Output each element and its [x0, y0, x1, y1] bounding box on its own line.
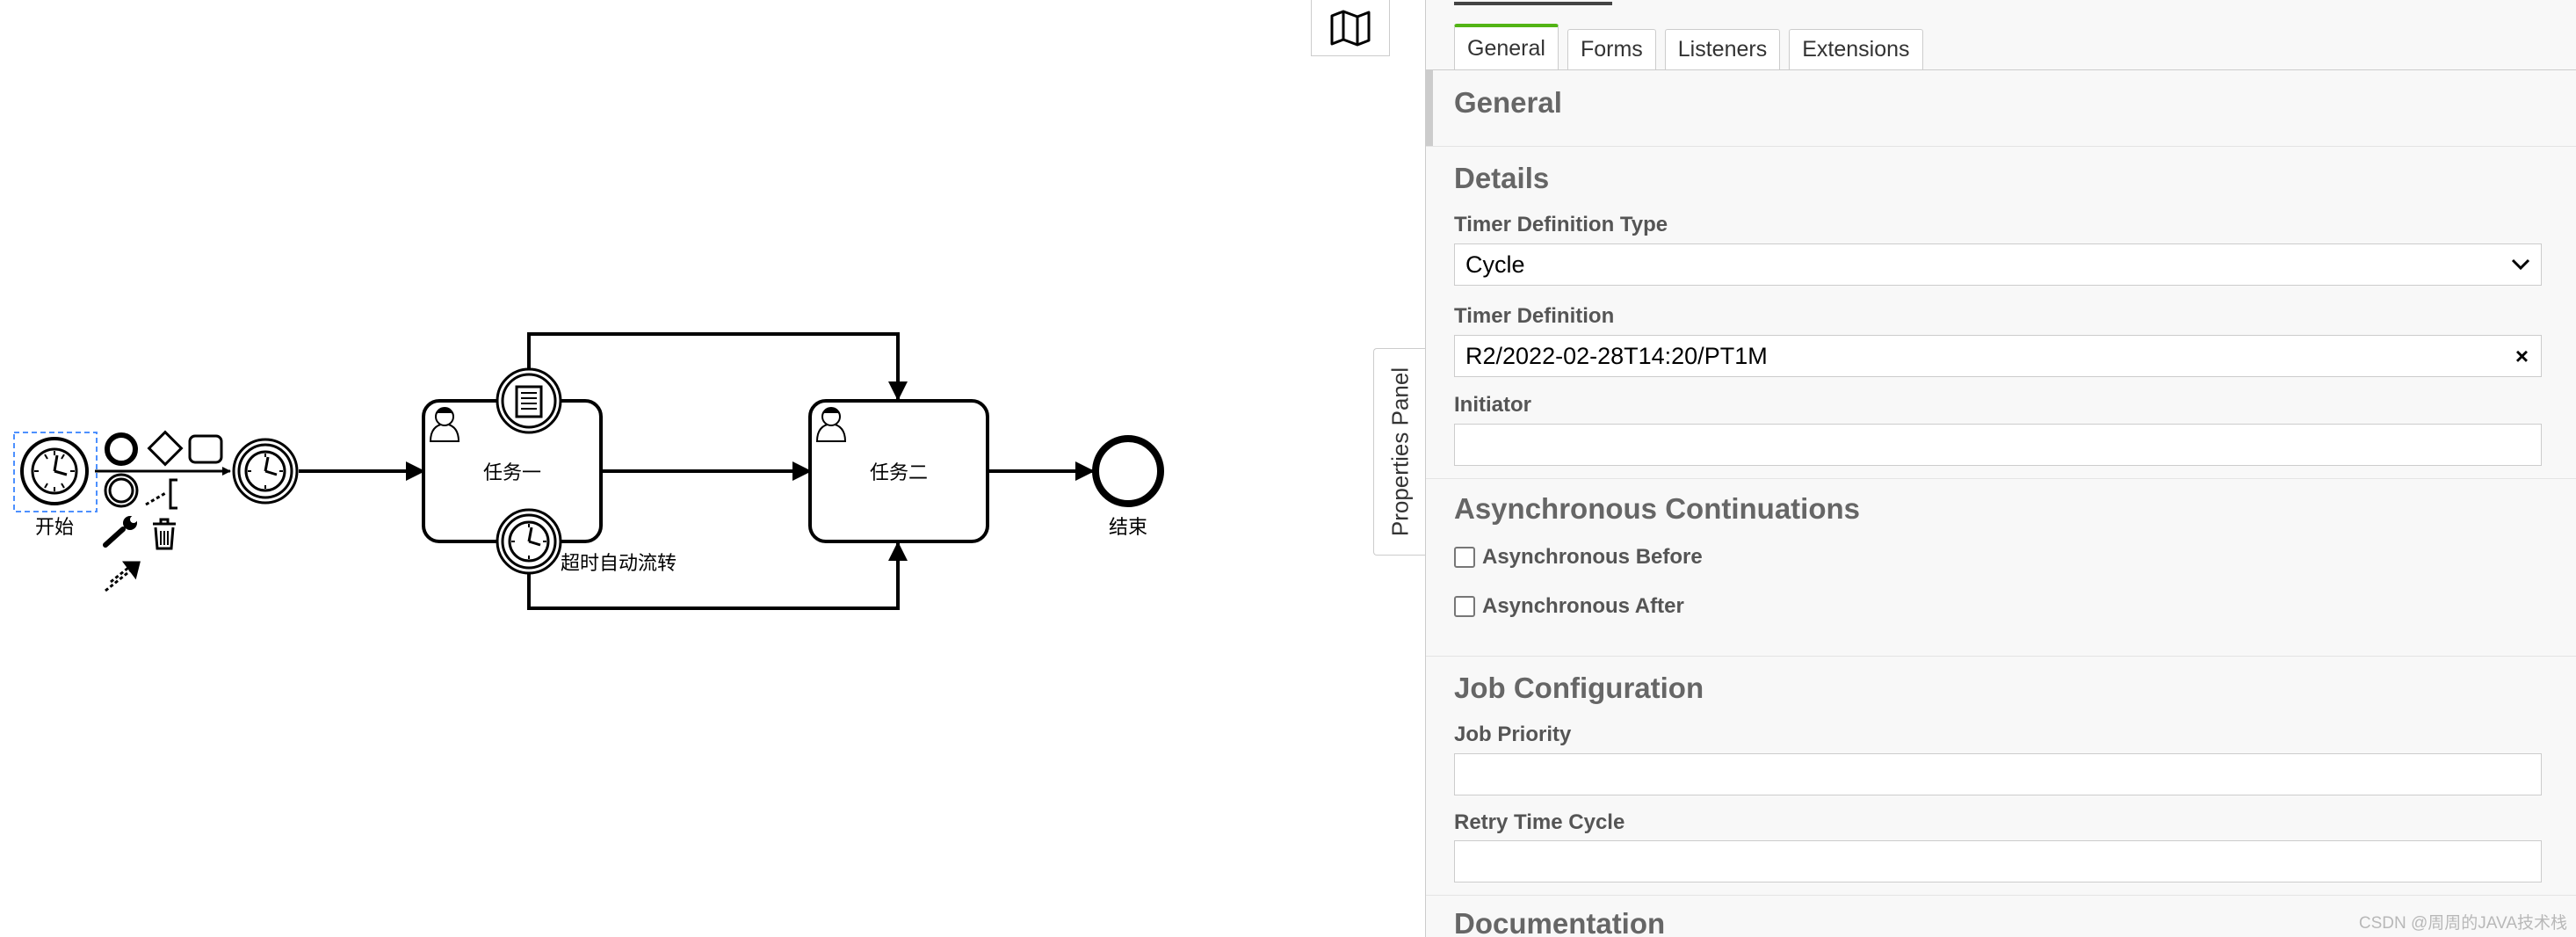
context-pad	[103, 430, 223, 592]
boundary-timer-label: 超时自动流转	[561, 553, 677, 575]
retry-time-cycle-input[interactable]	[1454, 840, 2542, 883]
clear-icon[interactable]: ×	[2515, 336, 2529, 376]
connect-arrow-icon[interactable]	[105, 561, 141, 592]
text-annotation-icon[interactable]	[145, 478, 177, 510]
clock-icon	[244, 450, 286, 492]
group-job-heading[interactable]: Job Configuration	[1454, 672, 1704, 705]
watermark: CSDN @周周的JAVA技术栈	[2358, 914, 2567, 933]
group-job: Job Configuration Job Priority Retry Tim…	[1426, 656, 2576, 896]
timer-type-value: Cycle	[1465, 251, 1525, 278]
task-2-label: 任务二	[870, 462, 928, 484]
tab-general[interactable]: General	[1454, 24, 1559, 69]
chevron-down-icon	[2511, 244, 2530, 285]
document-icon	[515, 385, 543, 418]
job-priority-input[interactable]	[1454, 753, 2542, 795]
tab-forms[interactable]: Forms	[1567, 29, 1656, 69]
async-after-checkbox[interactable]: Asynchronous After	[1454, 594, 1684, 619]
timer-definition-label: Timer Definition	[1454, 304, 1615, 328]
panel-tabs: General Forms Listeners Extensions	[1454, 24, 2548, 69]
start-timer-event[interactable]: 开始	[13, 432, 98, 539]
start-event-label: 开始	[35, 517, 74, 539]
tab-listeners[interactable]: Listeners	[1664, 29, 1781, 69]
task-1-label: 任务一	[483, 462, 541, 484]
bpmn-canvas[interactable]: 开始 任务一 任务二 超时自动流转 结束	[0, 0, 1423, 937]
intermediate-timer-event[interactable]	[232, 438, 299, 505]
clock-icon	[31, 447, 78, 495]
initiator-input[interactable]	[1454, 424, 2542, 466]
trash-icon[interactable]	[153, 518, 176, 550]
minimap-toggle-button[interactable]	[1311, 0, 1390, 56]
group-general: General	[1426, 70, 2576, 147]
boundary-conditional-event[interactable]	[496, 367, 562, 434]
group-documentation-heading[interactable]: Documentation	[1454, 907, 1665, 937]
clock-icon	[508, 520, 550, 563]
end-event-label: 结束	[1109, 517, 1147, 539]
end-event[interactable]: 结束	[1092, 435, 1164, 539]
properties-panel-toggle[interactable]: Properties Panel	[1373, 348, 1426, 556]
wrench-icon[interactable]	[103, 516, 137, 548]
user-task-2[interactable]: 任务二	[808, 399, 989, 543]
group-details-heading[interactable]: Details	[1454, 162, 1549, 195]
append-end-event-icon[interactable]	[105, 432, 138, 466]
timer-type-label: Timer Definition Type	[1454, 213, 1668, 236]
map-icon	[1330, 10, 1371, 46]
properties-panel-toggle-label: Properties Panel	[1386, 367, 1413, 537]
properties-panel: General Forms Listeners Extensions Gener…	[1425, 0, 2576, 937]
retry-time-cycle-label: Retry Time Cycle	[1454, 810, 1625, 834]
group-general-heading[interactable]: General	[1454, 86, 1562, 120]
flow-top-loop[interactable]	[527, 332, 908, 401]
async-after-label: Asynchronous After	[1482, 594, 1684, 618]
group-async: Asynchronous Continuations Asynchronous …	[1426, 478, 2576, 657]
timer-definition-input[interactable]: R2/2022-02-28T14:20/PT1M ×	[1454, 335, 2542, 377]
async-after-box[interactable]	[1454, 596, 1475, 617]
async-before-checkbox[interactable]: Asynchronous Before	[1454, 545, 1703, 570]
job-priority-label: Job Priority	[1454, 723, 1572, 746]
async-before-box[interactable]	[1454, 547, 1475, 568]
append-gateway-icon[interactable]	[147, 430, 184, 467]
tab-extensions[interactable]: Extensions	[1789, 29, 1923, 69]
group-async-heading[interactable]: Asynchronous Continuations	[1454, 492, 1860, 526]
append-task-icon[interactable]	[188, 434, 223, 464]
async-before-label: Asynchronous Before	[1482, 545, 1703, 569]
append-intermediate-event-icon[interactable]	[104, 473, 139, 508]
initiator-label: Initiator	[1454, 393, 1531, 417]
panel-header-fragment	[1454, 0, 1612, 5]
timer-type-select[interactable]: Cycle	[1454, 243, 2542, 286]
timer-definition-value: R2/2022-02-28T14:20/PT1M	[1465, 343, 1768, 369]
group-details: Details Timer Definition Type Cycle Time…	[1426, 146, 2576, 479]
